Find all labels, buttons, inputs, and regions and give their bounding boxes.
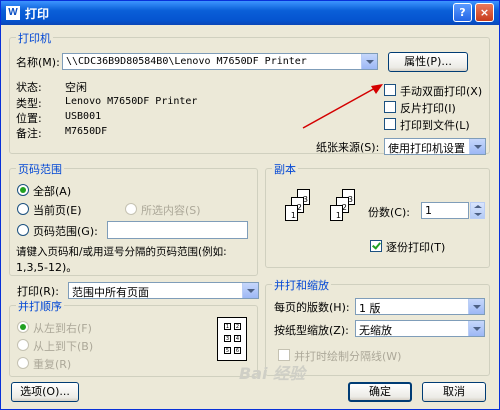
order-cell: 6 [234, 347, 241, 354]
repeat-label[interactable]: 重复(R) [33, 356, 71, 372]
order-cell: 4 [234, 335, 241, 342]
chevron-down-icon[interactable] [468, 299, 484, 314]
repeat-radio[interactable] [17, 357, 29, 369]
top-to-bottom-radio[interactable] [17, 339, 29, 351]
watermark-text: Bai 经验 [239, 364, 306, 383]
type-label: 类型: [16, 97, 42, 110]
all-pages-radio[interactable] [17, 184, 29, 196]
cancel-button[interactable]: 取消 [422, 382, 486, 402]
collated-stack-icon: 3 2 1 [279, 189, 319, 229]
paper-source-label: 纸张来源(S): [316, 141, 380, 154]
chevron-down-icon[interactable] [468, 321, 484, 336]
page-range-title: 页码范围 [16, 161, 64, 177]
reverse-print-label[interactable]: 反片打印(I) [400, 100, 456, 116]
ok-button[interactable]: 确定 [348, 382, 412, 402]
copies-group: 副本 3 2 1 3 2 1 份数(C): 1 逐份打印(T) [265, 161, 490, 268]
scale-value: 无缩放 [359, 324, 392, 337]
printer-name-value: \\CDC36B9D80584B0\Lenovo M7650DF Printer [66, 56, 307, 67]
annotation-arrow-icon [302, 84, 383, 129]
properties-button[interactable]: 属性(P)... [388, 52, 468, 72]
print-what-select[interactable]: 范围中所有页面 [68, 282, 259, 299]
dialog-title: 打印 [25, 7, 50, 21]
page-range-group: 页码范围 全部(A) 当前页(E) 所选内容(S) 页码范围(G): 请键入页码… [9, 161, 258, 276]
copies-count-value: 1 [425, 204, 432, 217]
paper-source-value: 使用打印机设置 [388, 142, 465, 155]
scale-select[interactable]: 无缩放 [355, 320, 485, 337]
collate-label[interactable]: 逐份打印(T) [386, 239, 445, 255]
location-value: USB001 [65, 111, 102, 122]
order-cell: 1 [224, 323, 231, 330]
page-range-label[interactable]: 页码范围(G): [33, 223, 98, 239]
printer-name-label: 名称(M): [16, 56, 60, 69]
manual-duplex-label[interactable]: 手动双面打印(X) [400, 83, 482, 99]
print-what-label: 打印(R): [17, 285, 59, 298]
page-range-hint-example: 1,3,5-12)。 [16, 261, 78, 274]
top-to-bottom-label[interactable]: 从上到下(B) [33, 338, 93, 354]
word-app-icon: W [6, 6, 20, 20]
scale-label: 按纸型缩放(Z): [274, 324, 349, 337]
copies-title: 副本 [272, 161, 298, 177]
pages-per-sheet-value: 1 版 [359, 302, 381, 315]
comment-value: M7650DF [65, 126, 108, 137]
print-to-file-label[interactable]: 打印到文件(L) [400, 117, 470, 133]
page-1-icon: 1 [330, 205, 343, 221]
order-cell: 3 [224, 335, 231, 342]
location-label: 位置: [16, 112, 42, 125]
zoom-title: 并打和缩放 [272, 277, 331, 293]
comment-label: 备注: [16, 127, 42, 140]
paper-source-select[interactable]: 使用打印机设置 [384, 138, 486, 155]
printer-name-select[interactable]: \\CDC36B9D80584B0\Lenovo M7650DF Printer [62, 53, 378, 70]
order-cell: 2 [234, 323, 241, 330]
left-to-right-label[interactable]: 从左到右(F) [33, 320, 92, 336]
print-order-title: 并打顺序 [16, 298, 64, 314]
copies-count-label: 份数(C): [368, 206, 410, 219]
draw-borders-label[interactable]: 并打时绘制分隔线(W) [294, 348, 401, 364]
chevron-down-icon[interactable] [361, 54, 377, 69]
status-label: 状态: [16, 81, 42, 94]
printer-group: 打印机 名称(M): \\CDC36B9D80584B0\Lenovo M765… [9, 30, 490, 155]
chevron-down-icon[interactable] [469, 139, 485, 154]
title-bar[interactable]: W 打印 ? × [1, 1, 499, 25]
order-cell: 5 [224, 347, 231, 354]
options-button[interactable]: 选项(O)... [11, 382, 79, 402]
collated-stack-icon: 3 2 1 [324, 189, 364, 229]
close-button[interactable]: × [475, 3, 494, 22]
current-page-label[interactable]: 当前页(E) [33, 202, 82, 218]
page-range-radio[interactable] [17, 224, 29, 236]
status-value: 空闲 [65, 81, 87, 94]
page-order-preview: 1 2 3 4 5 6 [217, 317, 247, 361]
pages-per-sheet-select[interactable]: 1 版 [355, 298, 485, 315]
all-pages-label[interactable]: 全部(A) [33, 183, 71, 199]
selection-radio[interactable] [125, 203, 137, 215]
copies-count-input[interactable]: 1 [421, 202, 469, 219]
copies-spinner[interactable] [470, 202, 485, 219]
page-range-input[interactable] [107, 221, 248, 239]
current-page-radio[interactable] [17, 203, 29, 215]
type-value: Lenovo M7650DF Printer [65, 96, 198, 107]
page-range-hint: 请键入页码和/或用逗号分隔的页码范围(例如: [16, 246, 227, 258]
pages-per-sheet-label: 每页的版数(H): [274, 301, 350, 314]
print-order-group: 并打顺序 从左到右(F) 从上到下(B) 重复(R) 1 2 3 4 5 6 [9, 298, 258, 377]
print-what-value: 范围中所有页面 [72, 286, 149, 299]
page-1-icon: 1 [285, 205, 298, 221]
left-to-right-radio[interactable] [17, 321, 29, 333]
collate-checkbox[interactable] [370, 240, 382, 252]
help-button[interactable]: ? [453, 3, 472, 22]
selection-label[interactable]: 所选内容(S) [141, 202, 201, 218]
printer-group-title: 打印机 [16, 30, 53, 46]
chevron-down-icon[interactable] [242, 283, 258, 298]
print-dialog: W 打印 ? × 打印机 名称(M): \\CDC36B9D80584B0\Le… [0, 0, 500, 410]
